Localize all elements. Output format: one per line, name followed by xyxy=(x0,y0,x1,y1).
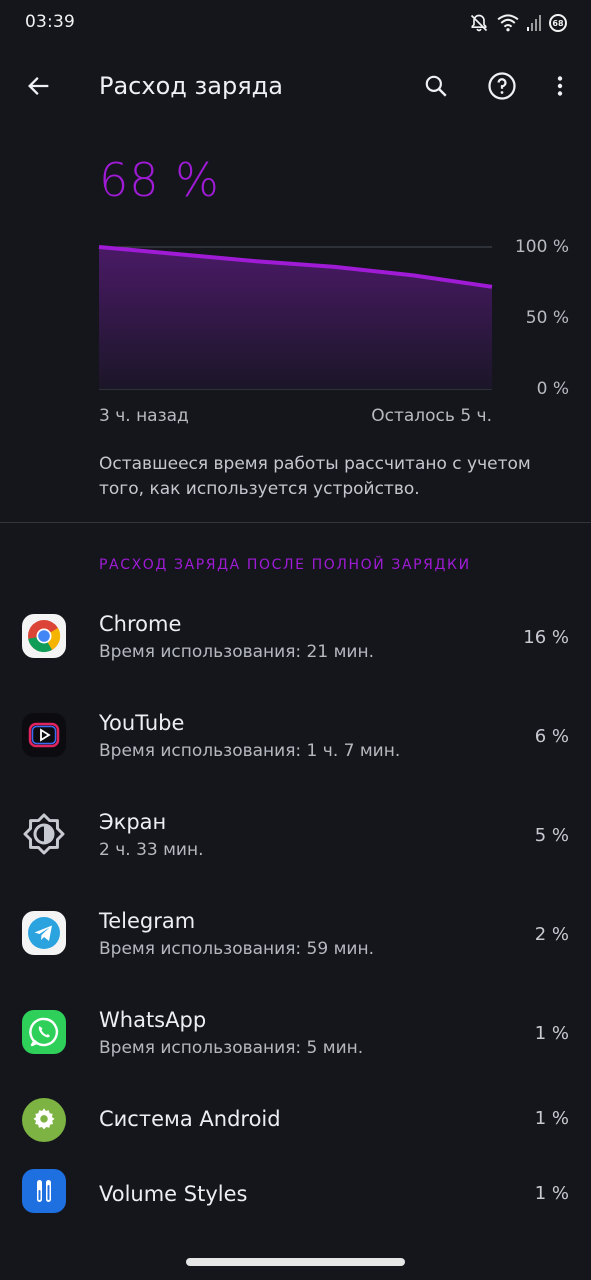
telegram-icon xyxy=(22,911,66,955)
app-usage-time: Время использования: 21 мин. xyxy=(99,642,374,662)
youtube-icon xyxy=(22,713,66,757)
app-name: Telegram xyxy=(99,909,196,933)
toolbar: Расход заряда xyxy=(0,52,591,124)
app-row-telegram[interactable]: Telegram Время использования: 59 мин. 2 … xyxy=(0,894,591,974)
battery-percent: 68 % xyxy=(99,153,220,207)
app-name: Chrome xyxy=(99,612,182,636)
status-bar: 03:39 68 xyxy=(0,0,591,48)
app-row-whatsapp[interactable]: WhatsApp Время использования: 5 мин. 1 % xyxy=(0,993,591,1073)
app-usage-time: Время использования: 1 ч. 7 мин. xyxy=(99,741,401,761)
y-label-50: 50 % xyxy=(525,308,569,328)
help-button[interactable] xyxy=(478,62,526,110)
app-percent: 2 % xyxy=(534,924,569,945)
battery-area xyxy=(99,247,492,389)
whatsapp-icon xyxy=(22,1010,66,1054)
app-name: Экран xyxy=(99,810,167,834)
battery-chart: 100 % 50 % 0 % 3 ч. назад Осталось 5 ч. xyxy=(0,230,591,426)
status-time: 03:39 xyxy=(25,12,75,32)
app-percent: 1 % xyxy=(534,1023,569,1044)
app-percent: 1 % xyxy=(534,1108,569,1129)
app-name: WhatsApp xyxy=(99,1008,207,1032)
more-options-button[interactable] xyxy=(536,62,584,110)
back-button[interactable] xyxy=(15,62,63,110)
notifications-off-icon xyxy=(470,14,488,32)
app-usage-time: Время использования: 5 мин. xyxy=(99,1038,364,1058)
volume-styles-icon xyxy=(22,1169,66,1213)
wifi-icon xyxy=(497,14,519,32)
app-row-android-system[interactable]: Система Android 1 % xyxy=(0,1080,591,1160)
app-row-volume-styles[interactable]: Volume Styles 1 % xyxy=(0,1155,591,1235)
section-title: РАСХОД ЗАРЯДА ПОСЛЕ ПОЛНОЙ ЗАРЯДКИ xyxy=(99,557,471,573)
app-percent: 6 % xyxy=(534,726,569,747)
app-name: Система Android xyxy=(99,1107,281,1131)
chrome-icon xyxy=(22,614,66,658)
search-icon xyxy=(425,75,447,97)
app-row-screen[interactable]: Экран 2 ч. 33 мин. 5 % xyxy=(0,795,591,875)
page-title: Расход заряда xyxy=(99,72,283,100)
battery-chart-svg xyxy=(98,245,493,390)
app-name: Volume Styles xyxy=(99,1182,248,1206)
app-percent: 16 % xyxy=(523,627,569,648)
divider xyxy=(0,522,591,523)
search-button[interactable] xyxy=(412,62,460,110)
more-vert-icon xyxy=(557,76,563,96)
app-name: YouTube xyxy=(99,711,185,735)
x-label-start: 3 ч. назад xyxy=(99,406,189,426)
brightness-icon xyxy=(22,812,66,856)
android-system-icon xyxy=(22,1098,66,1142)
app-usage-time: 2 ч. 33 мин. xyxy=(99,840,204,860)
help-icon xyxy=(488,72,516,100)
app-percent: 1 % xyxy=(534,1183,569,1204)
app-row-chrome[interactable]: Chrome Время использования: 21 мин. 16 % xyxy=(0,597,591,677)
status-icons: 68 xyxy=(469,11,567,35)
battery-level-badge: 68 xyxy=(549,14,567,32)
app-row-youtube[interactable]: YouTube Время использования: 1 ч. 7 мин.… xyxy=(0,696,591,776)
gesture-nav-handle[interactable] xyxy=(186,1258,405,1266)
x-label-end: Осталось 5 ч. xyxy=(371,406,492,426)
y-label-100: 100 % xyxy=(514,237,569,257)
app-usage-time: Время использования: 59 мин. xyxy=(99,939,374,959)
chart-note: Оставшееся время работы рассчитано с уче… xyxy=(99,454,531,499)
arrow-back-icon xyxy=(28,77,49,95)
signal-icon xyxy=(527,15,541,31)
y-label-0: 0 % xyxy=(536,379,569,399)
app-percent: 5 % xyxy=(534,825,569,846)
